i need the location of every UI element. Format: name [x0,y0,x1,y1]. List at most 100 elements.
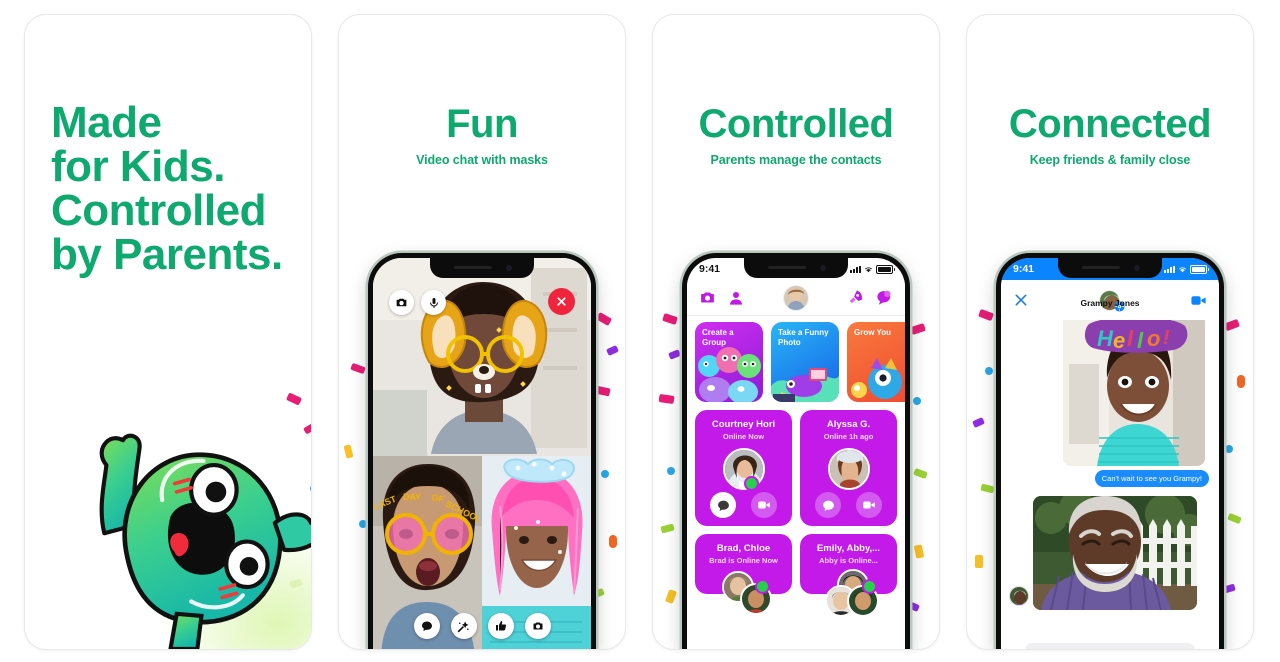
panel-headline: Connected [1008,102,1212,146]
video-call-button[interactable] [855,492,882,518]
feature-card-title: Create a Group [702,328,734,347]
status-time: 9:41 [1013,263,1035,275]
feature-card[interactable]: Grow You [847,322,905,402]
contact-card[interactable]: Alyssa G. Online 1h ago [800,410,897,526]
contact-avatar-group [718,571,772,615]
confetti-piece [1223,583,1236,594]
headline-line: for Kids. [51,142,225,191]
phone-screen: 9:41 [687,258,905,649]
confetti-piece [985,367,993,375]
confetti-piece [665,589,677,604]
phone-mockup-controlled: 9:41 Create a Group Take a Funny Photo G… [682,253,910,649]
feature-card[interactable]: Take a Funny Photo [771,322,839,402]
wifi-icon [1178,266,1187,272]
confetti-piece [594,385,611,397]
microphone-button[interactable] [421,290,446,315]
confetti-piece [595,312,613,326]
video-tile-main[interactable] [373,258,591,456]
header-right-icons [847,289,893,306]
message-input-bar[interactable] [1025,643,1195,649]
phone-notch [744,258,848,278]
svg-text:l: l [1137,328,1144,353]
contact-status: Brad is Online Now [709,556,778,565]
contact-card[interactable]: Emily, Abby,... Abby is Online... [800,534,897,617]
feature-card-title: Take a Funny Photo [778,328,829,347]
battery-icon [1190,264,1209,274]
thumbs-up-icon [495,621,506,631]
rocket-icon[interactable] [847,289,864,306]
phone-notch [430,258,534,278]
contact-status: Abby is Online... [819,556,878,565]
confetti-piece [980,483,995,494]
panel-connected: Connected Keep friends & family close 9:… [966,14,1254,650]
message-button[interactable] [710,492,737,518]
video-grid: LAST DAY OF SCHOOL [373,258,591,649]
contact-avatar-group [823,569,879,617]
confetti-piece [350,362,366,375]
confetti-piece [975,555,983,568]
panel-controlled: Controlled Parents manage the contacts 9… [652,14,940,650]
confetti-piece [913,397,921,405]
camera-icon [396,298,407,307]
feature-card[interactable]: Create a Group [695,322,763,402]
headline-line: Controlled [51,186,266,235]
confetti-piece [910,323,926,335]
like-button[interactable] [487,613,514,639]
chat-bubble-icon [822,500,834,511]
status-time: 9:41 [699,263,721,275]
group-monsters-art [698,347,761,402]
contact-name: Brad, Chloe [716,543,771,554]
online-indicator [754,579,770,594]
confetti-piece [606,345,619,356]
contact-name: Alyssa G. [826,419,871,430]
photo-message-grandfather[interactable] [1033,496,1197,610]
confetti-piece [343,444,354,459]
camera-button[interactable] [389,290,414,315]
panel-headline: Fun [446,102,518,146]
svg-text:!: ! [1163,327,1170,349]
status-indicators [850,264,895,274]
person-icon[interactable] [728,290,744,306]
close-icon [557,297,566,306]
contact-card[interactable]: Brad, Chloe Brad is Online Now [695,534,792,615]
chat-bubble-icon [717,500,729,511]
signal-icon [850,265,861,273]
confetti-piece [913,467,928,480]
contact-card[interactable]: Courtney Hori Online Now [695,410,792,526]
chat-bubbles-icon[interactable] [876,289,893,306]
snapshot-button[interactable] [524,613,551,639]
confetti-piece [359,520,367,528]
feature-card-title: Grow You [854,328,892,337]
magic-wand-icon [457,621,469,632]
confetti-piece [1237,375,1245,388]
message-button[interactable] [815,492,842,518]
contact-avatar [827,448,870,490]
status-indicators [1164,264,1209,274]
phone-mockup-fun: LAST DAY OF SCHOOL [368,253,596,649]
conversation-thread: H e l l o ! Can't wait to see you Grampy… [1001,320,1219,649]
chat-bubble-icon [421,621,432,631]
confetti-piece [658,393,675,405]
video-camera-icon [757,501,770,509]
contact-actions [695,492,792,518]
effects-button[interactable] [450,613,477,639]
header-left-icons [699,289,744,306]
contact-status: Online 1h ago [823,432,874,441]
photo-message-hello[interactable]: H e l l o ! [1063,320,1205,466]
svg-text:l: l [1127,326,1134,351]
contact-name: Courtney Hori [711,419,776,430]
svg-text:e: e [1113,328,1125,353]
green-blob-mascot [99,433,311,649]
confetti-piece [662,313,678,325]
panel-subtitle: Keep friends & family close [1029,153,1191,167]
camera-icon[interactable] [699,289,716,306]
chat-button[interactable] [413,613,440,639]
panel-made-for-kids: Made for Kids. Controlled by Parents. [24,14,312,650]
message-bubble[interactable]: Can't wait to see you Grampy! [1094,470,1209,487]
confetti-piece [261,325,277,332]
video-call-button[interactable] [750,492,777,518]
close-call-button[interactable] [548,288,575,315]
phone-mockup-connected: 9:41 Grampy Jones H e l l o ! Can't wait… [996,253,1224,649]
user-avatar[interactable] [782,284,809,311]
microphone-icon [429,297,438,308]
